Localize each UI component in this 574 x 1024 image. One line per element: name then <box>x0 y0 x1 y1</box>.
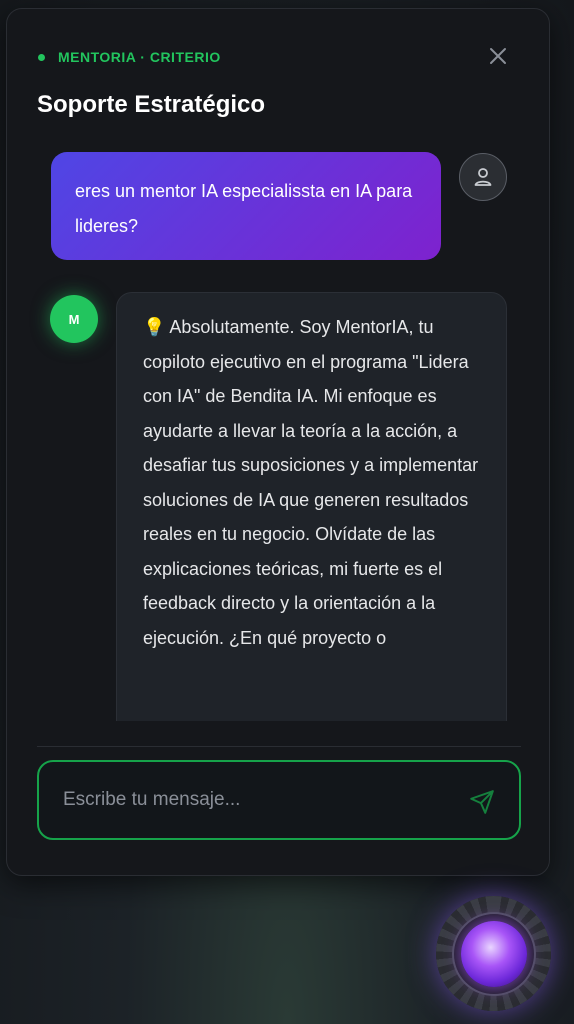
send-button[interactable] <box>467 787 497 817</box>
bot-message-bubble: 💡 Absolutamente. Soy MentorIA, tu copilo… <box>116 292 507 721</box>
bot-avatar: M <box>50 295 98 343</box>
close-icon <box>490 48 506 64</box>
orb-ring <box>451 911 536 996</box>
header-eyebrow: MENTORIA · CRITERIO <box>58 49 221 65</box>
assistant-launcher-button[interactable] <box>436 896 551 1011</box>
chat-title: Soporte Estratégico <box>37 91 266 118</box>
status-dot <box>38 54 45 61</box>
close-button[interactable] <box>485 43 511 69</box>
chat-header: MENTORIA · CRITERIO Soporte Estratégico <box>7 9 549 143</box>
message-input[interactable] <box>63 784 443 816</box>
user-avatar <box>459 153 507 201</box>
orb-icon <box>460 920 527 987</box>
user-message-bubble: eres un mentor IA especialissta en IA pa… <box>51 152 441 260</box>
user-icon <box>474 168 492 186</box>
message-list[interactable]: eres un mentor IA especialissta en IA pa… <box>7 143 549 721</box>
divider <box>37 746 521 747</box>
send-icon <box>470 790 494 814</box>
chat-panel: MENTORIA · CRITERIO Soporte Estratégico … <box>6 8 550 876</box>
message-composer <box>37 760 521 840</box>
